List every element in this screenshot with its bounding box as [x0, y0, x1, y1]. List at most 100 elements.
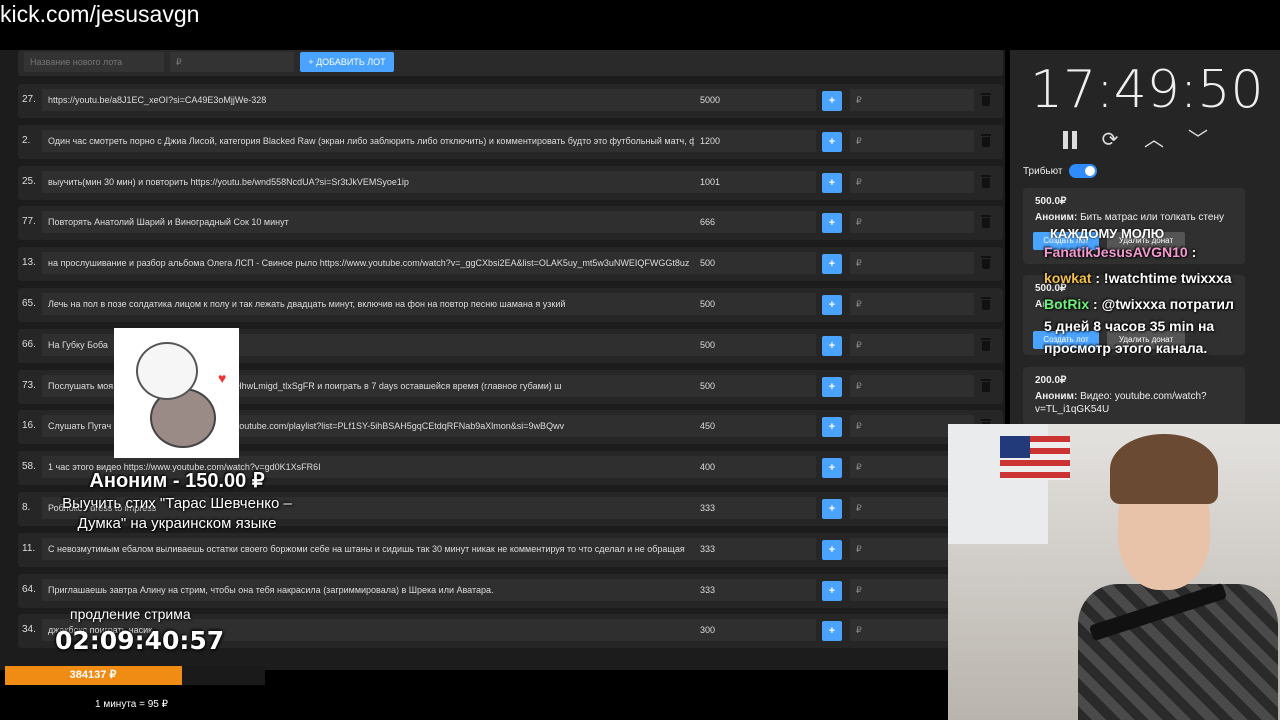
add-amount-button[interactable]: +: [822, 91, 842, 111]
add-amount-button[interactable]: +: [822, 213, 842, 234]
lot-amount-field[interactable]: 300: [694, 619, 816, 642]
lot-amount-field[interactable]: 333: [694, 537, 816, 560]
lot-number: 73.: [22, 379, 36, 391]
lot-row: 25. выучить(мин 30 мин) и повторить https…: [18, 165, 1003, 200]
lot-add-input[interactable]: ₽: [850, 252, 974, 275]
trash-icon[interactable]: [981, 337, 991, 351]
add-amount-button[interactable]: +: [822, 335, 842, 356]
lot-add-input[interactable]: ₽: [850, 293, 974, 315]
add-amount-button[interactable]: +: [822, 295, 842, 315]
clock: 17:49:50: [1030, 60, 1264, 120]
lot-add-input[interactable]: ₽: [850, 129, 974, 152]
add-lot-button[interactable]: + ДОБАВИТЬ ЛОТ: [300, 52, 394, 72]
tribute-toggle[interactable]: [1069, 164, 1097, 178]
lot-row: 77. Повторять Анатолий Шарий и Виноградны…: [18, 206, 1003, 241]
chat-text: 5 дней 8 часов 35 min на: [1044, 318, 1215, 334]
heart-icon: ♥: [218, 370, 227, 386]
alert-donor: Аноним - 150.00 ₽: [89, 470, 265, 492]
donation-card: 200.0₽ Аноним: Видео: youtube.com/watch?…: [1023, 367, 1245, 425]
donation-amount: 500.0₽: [1035, 196, 1067, 207]
channel-url: kick.com/jesusavgn: [0, 1, 200, 27]
lot-number: 64.: [22, 583, 36, 595]
chat-message: kowkat : !watchtime twixxxa: [1044, 270, 1232, 286]
rate-label: 1 минута = 95 ₽: [95, 699, 169, 710]
add-amount-button[interactable]: +: [822, 458, 842, 479]
add-amount-button[interactable]: +: [822, 417, 842, 438]
add-amount-button[interactable]: +: [822, 376, 842, 397]
add-amount-button[interactable]: +: [822, 621, 842, 642]
lot-row: 11. С невозмутимым ебалом выливаешь остат…: [18, 532, 1003, 567]
lot-row: 27. https://youtu.be/a8J1EC_xeOI?si=CA49E…: [18, 84, 1003, 118]
trash-icon[interactable]: [981, 256, 991, 270]
trash-icon[interactable]: [981, 133, 991, 147]
lot-amount-field[interactable]: 450: [694, 415, 816, 438]
trash-icon[interactable]: [981, 93, 991, 106]
lot-number: 66.: [22, 338, 36, 350]
trash-icon[interactable]: [981, 378, 991, 392]
chat-text: !watchtime twixxxa: [1103, 270, 1232, 286]
add-amount-button[interactable]: +: [822, 580, 842, 601]
new-lot-bar: + ДОБАВИТЬ ЛОТ: [18, 50, 1003, 76]
lot-add-input[interactable]: ₽: [850, 333, 974, 356]
chat-message: BotRix : @twixxxa потратил: [1044, 296, 1234, 312]
chevron-down-icon[interactable]: ﹀: [1186, 128, 1210, 152]
lot-number: 8.: [22, 502, 31, 513]
lot-amount-field[interactable]: 1001: [694, 170, 816, 193]
lot-title-field[interactable]: Лечь на пол в позе солдатика лицом к пол…: [42, 293, 704, 315]
lot-title-field[interactable]: С невозмутимым ебалом выливаешь остатки …: [42, 537, 704, 560]
lot-amount-field[interactable]: 333: [694, 497, 816, 519]
add-amount-button[interactable]: +: [822, 499, 842, 519]
lot-title-field[interactable]: https://youtu.be/a8J1EC_xeOI?si=CA49E3oM…: [42, 89, 704, 111]
lot-number: 25.: [22, 175, 36, 187]
lot-amount-field[interactable]: 1200: [694, 129, 816, 152]
lot-add-input[interactable]: ₽: [850, 211, 974, 234]
streamer: [1078, 434, 1278, 720]
lot-title-field[interactable]: Приглашаешь завтра Алину на стрим, чтобы…: [42, 578, 704, 601]
lot-amount-field[interactable]: 5000: [694, 89, 816, 111]
chat-message: FanatikJesusAVGN10 :: [1044, 244, 1197, 260]
chat-username: FanatikJesusAVGN10: [1044, 244, 1188, 260]
add-amount-button[interactable]: +: [822, 539, 842, 560]
add-amount-button[interactable]: +: [822, 254, 842, 275]
lot-amount-field[interactable]: 400: [694, 456, 816, 479]
lot-number: 34.: [22, 624, 36, 636]
timer-label: продление стрима: [70, 606, 191, 622]
chat-overlay: КАЖДОМУ МОЛЮ FanatikJesusAVGN10 : kowkat …: [1044, 226, 1280, 360]
lot-title-field[interactable]: выучить(мин 30 мин) и повторить https://…: [42, 170, 704, 193]
chat-text: просмотр этого канала.: [1044, 340, 1208, 356]
refresh-icon[interactable]: ⟳: [1098, 128, 1122, 152]
lot-amount-field[interactable]: 500: [694, 333, 816, 356]
chevron-up-icon[interactable]: ︿: [1142, 128, 1166, 152]
chat-text: @twixxxa потратил: [1101, 296, 1234, 312]
lot-number: 58.: [22, 461, 36, 473]
lot-amount-field[interactable]: 500: [694, 374, 816, 397]
donation-message: Аноним: Видео: youtube.com/watch?v=TL_i1…: [1035, 391, 1207, 415]
trash-icon[interactable]: [981, 215, 991, 229]
lot-add-input[interactable]: ₽: [850, 374, 974, 397]
new-lot-name-input[interactable]: [24, 52, 164, 72]
chat-message: просмотр этого канала.: [1044, 340, 1207, 356]
lot-row: 64. Приглашаешь завтра Алину на стрим, чт…: [18, 573, 1003, 608]
lot-title-field[interactable]: Повторять Анатолий Шарий и Виноградный С…: [42, 211, 704, 234]
lot-number: 13.: [22, 257, 36, 269]
lot-amount-field[interactable]: 500: [694, 252, 816, 275]
lot-add-input[interactable]: ₽: [850, 89, 974, 111]
lot-amount-field[interactable]: 666: [694, 211, 816, 234]
flag-image: [1000, 436, 1070, 480]
new-lot-price-input[interactable]: [170, 52, 294, 72]
chat-message: 5 дней 8 часов 35 min на: [1044, 318, 1214, 334]
donation-amount: 200.0₽: [1035, 375, 1067, 386]
lot-title-field[interactable]: Один час смотреть порно с Джиа Лисой, ка…: [42, 129, 704, 152]
lot-amount-field[interactable]: 333: [694, 578, 816, 601]
cat-sticker-image: ♥: [114, 328, 239, 458]
add-amount-button[interactable]: +: [822, 131, 842, 152]
lot-amount-field[interactable]: 500: [694, 293, 816, 315]
trash-icon[interactable]: [981, 174, 991, 188]
stream-screen: kick.com/jesusavgn + ДОБАВИТЬ ЛОТ 27. htt…: [0, 0, 1280, 720]
add-amount-button[interactable]: +: [822, 172, 842, 193]
lot-title-field[interactable]: на прослушивание и разбор альбома Олега …: [42, 252, 704, 275]
lot-add-input[interactable]: ₽: [850, 170, 974, 193]
donation-progress: 384137 ₽: [5, 666, 265, 685]
trash-icon[interactable]: [981, 297, 991, 310]
pause-icon[interactable]: [1058, 128, 1082, 152]
